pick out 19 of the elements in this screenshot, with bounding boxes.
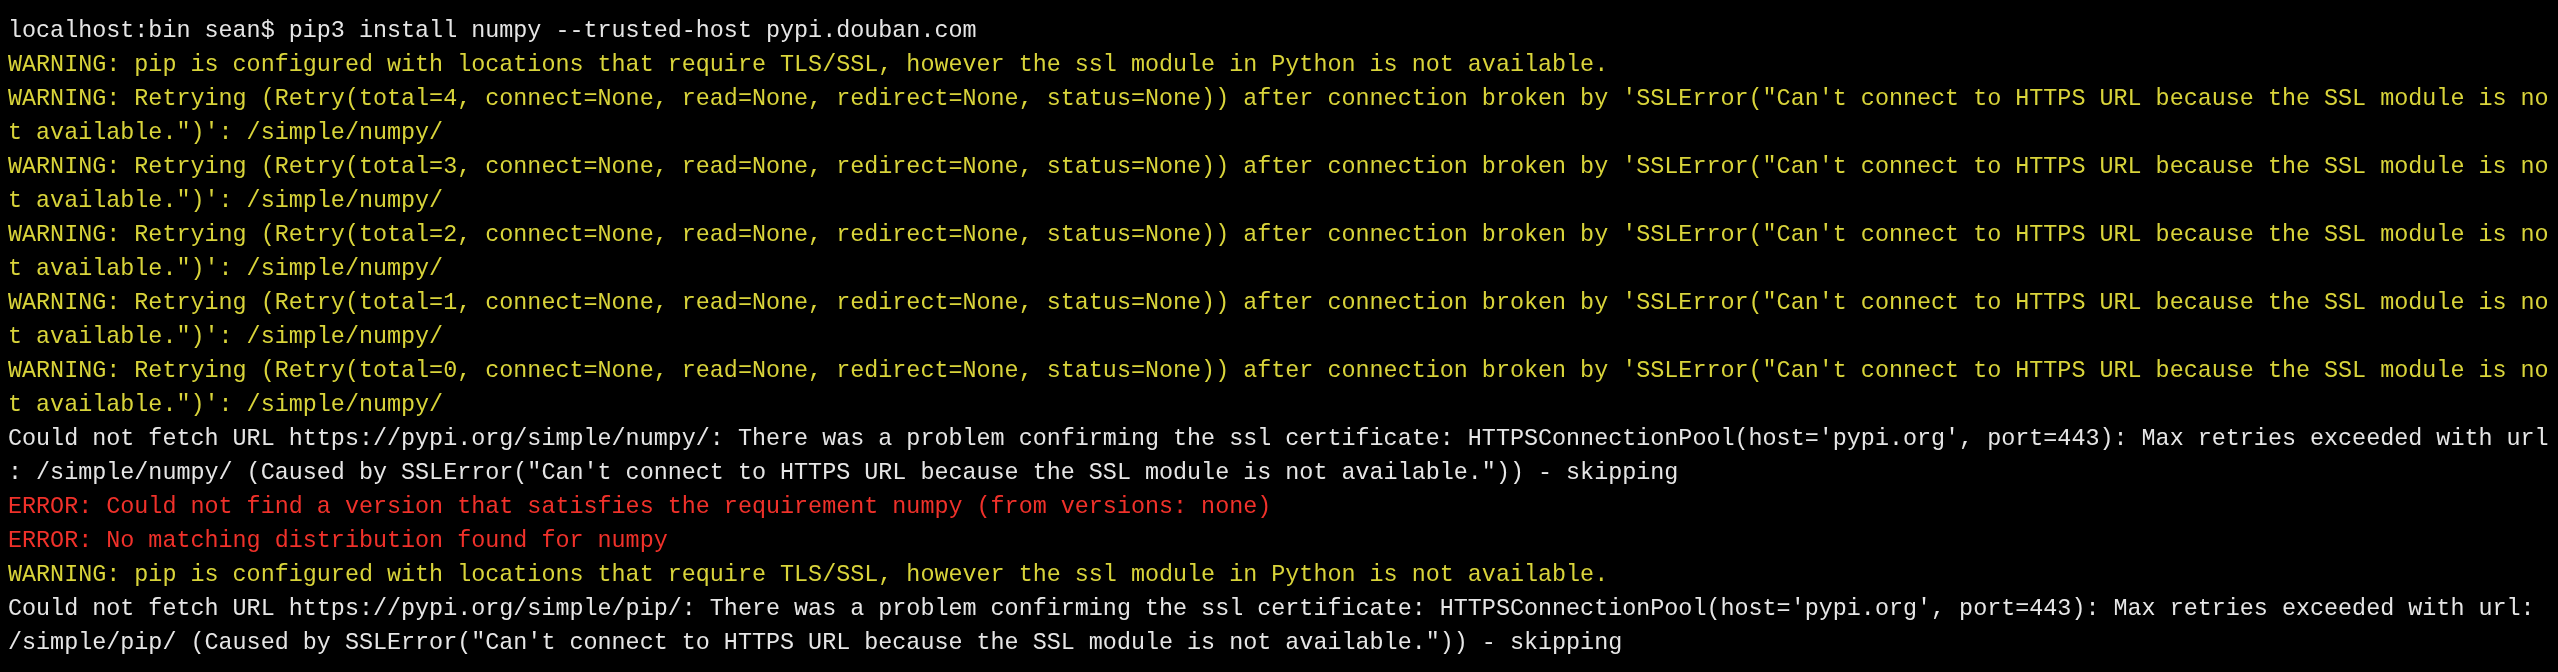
warning-line: t available.")': /simple/numpy/ — [8, 255, 444, 284]
warning-line: WARNING: Retrying (Retry(total=0, connect=None, read=None, redirect=None, status=None)) after connection broken by 'SSLError("Can't connect to HTTPS URL because the SSL module is no — [8, 357, 2549, 386]
warning-line: WARNING: Retrying (Retry(total=1, connect=None, read=None, redirect=None, status=None)) after connection broken by 'SSLError("Can't connect to HTTPS URL because the SSL module is no — [8, 289, 2549, 318]
warning-line: WARNING: Retrying (Retry(total=4, connect=None, read=None, redirect=None, status=None)) after connection broken by 'SSLError("Can't connect to HTTPS URL because the SSL module is no — [8, 85, 2549, 114]
error-line: ERROR: Could not find a version that satisfies the requirement numpy (from versions: none) — [8, 493, 1272, 522]
error-line: ERROR: No matching distribution found for numpy — [8, 527, 668, 556]
warning-line: WARNING: Retrying (Retry(total=2, connect=None, read=None, redirect=None, status=None)) after connection broken by 'SSLError("Can't connect to HTTPS URL because the SSL module is no — [8, 221, 2549, 250]
warning-line: t available.")': /simple/numpy/ — [8, 323, 444, 352]
output-line: : /simple/numpy/ (Caused by SSLError("Can't connect to HTTPS URL because the SSL module is not available.")) - skipping — [8, 459, 1679, 488]
warning-line: WARNING: pip is configured with locations that require TLS/SSL, however the ssl module in Python is not available. — [8, 561, 1609, 590]
output-line: Could not fetch URL https://pypi.org/simple/numpy/: There was a problem confirming the ssl certificate: HTTPSConnectionPool(host='pypi.org', port=443): Max retries exceeded with url — [8, 425, 2549, 454]
warning-line: t available.")': /simple/numpy/ — [8, 391, 444, 420]
warning-line: t available.")': /simple/numpy/ — [8, 187, 444, 216]
output-line: /simple/pip/ (Caused by SSLError("Can't connect to HTTPS URL because the SSL module is not available.")) - skipping — [8, 629, 1623, 658]
output-line: Could not fetch URL https://pypi.org/simple/pip/: There was a problem confirming the ssl certificate: HTTPSConnectionPool(host='pypi.org', port=443): Max retries exceeded with url: — [8, 595, 2535, 624]
warning-line: WARNING: pip is configured with locations that require TLS/SSL, however the ssl module in Python is not available. — [8, 51, 1609, 80]
warning-line: t available.")': /simple/numpy/ — [8, 119, 444, 148]
command-line: localhost:bin sean$ pip3 install numpy --trusted-host pypi.douban.com — [8, 17, 977, 46]
warning-line: WARNING: Retrying (Retry(total=3, connect=None, read=None, redirect=None, status=None)) after connection broken by 'SSLError("Can't connect to HTTPS URL because the SSL module is no — [8, 153, 2549, 182]
